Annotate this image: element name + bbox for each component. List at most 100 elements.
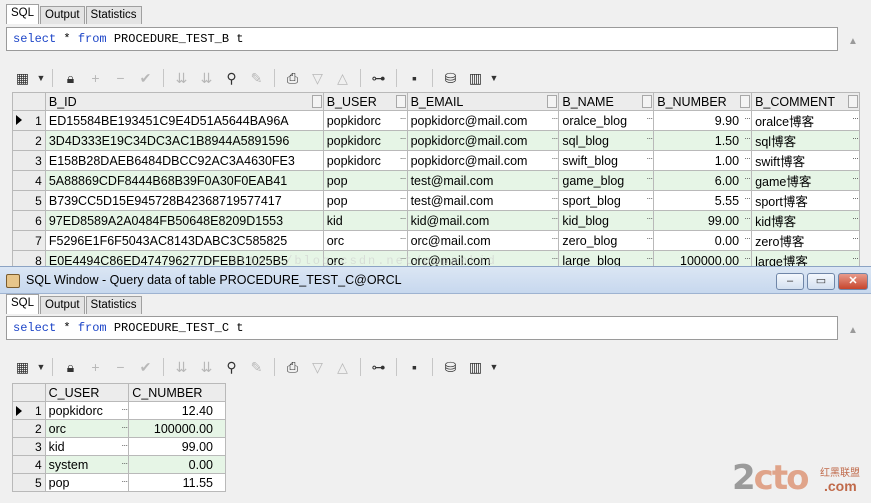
cell-dots-icon[interactable]: ··· — [646, 193, 653, 203]
close-button[interactable]: ✕ — [838, 273, 868, 290]
table-row[interactable]: 4 5A88869CDF8444B68B39F0A30F0EAB41 pop ··· t… — [12, 170, 860, 191]
cell-c-user[interactable]: pop ··· — [44, 473, 130, 492]
cell-dots-icon[interactable]: ··· — [744, 173, 751, 183]
cell-c-user[interactable]: orc ··· — [44, 419, 130, 438]
cell-b-number[interactable]: 5.55 ··· — [653, 190, 753, 211]
column-header[interactable]: B_NAME — [558, 92, 655, 111]
cell-b-email[interactable]: popkidorc@mail.com ··· — [406, 150, 560, 171]
scroll-up-icon[interactable]: ▲ — [842, 319, 864, 343]
cell-b-comment[interactable]: sql博客 ··· — [751, 130, 860, 151]
cell-dots-icon[interactable]: ··· — [121, 458, 128, 468]
cell-dots-icon[interactable]: ··· — [551, 113, 558, 123]
chart-icon[interactable]: ▥ — [465, 357, 486, 378]
cell-dots-icon[interactable]: ··· — [646, 153, 653, 163]
column-menu-button[interactable] — [642, 95, 653, 108]
cell-dots-icon[interactable]: ··· — [744, 253, 751, 263]
sql-editor[interactable]: select * from PROCEDURE_TEST_B t — [6, 27, 838, 51]
column-menu-button[interactable] — [395, 95, 406, 108]
cell-dots-icon[interactable]: ··· — [400, 173, 407, 183]
cell-b-user[interactable]: popkidorc ··· — [322, 110, 408, 131]
cell-dots-icon[interactable]: ··· — [551, 193, 558, 203]
table-row[interactable]: 7 F5296E1F6F5043AC8143DABC3C585825 orc ··· o… — [12, 230, 860, 251]
cell-b-email[interactable]: test@mail.com ··· — [406, 170, 560, 191]
plus-icon[interactable]: + — [85, 68, 106, 89]
tab-output[interactable]: Output — [40, 6, 85, 24]
column-menu-button[interactable] — [848, 95, 858, 108]
cell-dots-icon[interactable]: ··· — [646, 113, 653, 123]
cell-c-user[interactable]: system ··· — [44, 455, 130, 474]
db-icon[interactable]: ⛁ — [440, 68, 461, 89]
column-menu-button[interactable] — [311, 95, 322, 108]
column-header[interactable]: B_NUMBER — [653, 92, 753, 111]
cell-dots-icon[interactable]: ··· — [121, 422, 128, 432]
minus-icon[interactable]: − — [110, 357, 131, 378]
cell-dots-icon[interactable]: ··· — [744, 213, 751, 223]
tab-output[interactable]: Output — [40, 296, 85, 314]
table-row[interactable]: 2 3D4D333E19C34DC3AC1B8944A5891596 popkido… — [12, 130, 860, 151]
cell-b-comment[interactable]: kid博客 ··· — [751, 210, 860, 231]
cell-dots-icon[interactable]: ··· — [121, 404, 128, 414]
down-arrows-icon[interactable]: ⇊ — [171, 357, 192, 378]
cell-dots-icon[interactable]: ··· — [400, 153, 407, 163]
window-title-bar[interactable]: SQL Window - Query data of table PROCEDU… — [0, 266, 871, 294]
save-icon[interactable]: ▪ — [404, 68, 425, 89]
grid-icon[interactable]: ▦ — [12, 68, 33, 89]
cell-dots-icon[interactable]: ··· — [551, 153, 558, 163]
column-header[interactable]: B_USER — [322, 92, 408, 111]
cell-b-comment[interactable]: game博客 ··· — [751, 170, 860, 191]
cell-b-comment[interactable]: oralce博客 ··· — [751, 110, 860, 131]
cell-c-number[interactable]: 12.40 — [128, 401, 226, 420]
cell-b-email[interactable]: test@mail.com ··· — [406, 190, 560, 211]
cell-dots-icon[interactable]: ··· — [121, 476, 128, 486]
cell-dots-icon[interactable]: ··· — [400, 133, 407, 143]
eraser-icon[interactable]: ✎ — [246, 357, 267, 378]
cell-b-number[interactable]: 9.90 ··· — [653, 110, 753, 131]
filter-down-icon[interactable]: ▽ — [307, 357, 328, 378]
cell-dots-icon[interactable]: ··· — [400, 213, 407, 223]
cell-dots-icon[interactable]: ··· — [852, 233, 859, 243]
cell-b-name[interactable]: oralce_blog ··· — [558, 110, 655, 131]
cell-b-number[interactable]: 1.50 ··· — [653, 130, 753, 151]
cell-c-user[interactable]: kid ··· — [44, 437, 130, 456]
check-icon[interactable]: ✔ — [135, 357, 156, 378]
save-icon[interactable]: ▪ — [404, 357, 425, 378]
cell-b-user[interactable]: pop ··· — [322, 170, 408, 191]
cell-dots-icon[interactable]: ··· — [646, 213, 653, 223]
cell-b-id[interactable]: E158B28DAEB6484DBCC92AC3A4630FE3 — [44, 150, 324, 171]
column-header[interactable]: B_COMMENT — [751, 92, 860, 111]
cell-dots-icon[interactable]: ··· — [744, 193, 751, 203]
tree-icon[interactable]: ⊶ — [368, 68, 389, 89]
filter-up-icon[interactable]: △ — [332, 357, 353, 378]
cell-dots-icon[interactable]: ··· — [646, 173, 653, 183]
cell-b-user[interactable]: popkidorc ··· — [322, 130, 408, 151]
tab-statistics[interactable]: Statistics — [85, 6, 142, 24]
filter-down-icon[interactable]: ▽ — [307, 68, 328, 89]
db-icon[interactable]: ⛁ — [440, 357, 461, 378]
scroll-up-icon[interactable]: ▲ — [842, 30, 864, 54]
restore-button[interactable]: ▭ — [807, 273, 835, 290]
table-row[interactable]: 5 B739CC5D15E945728B42368719577417 pop ··· t… — [12, 190, 860, 211]
cell-dots-icon[interactable]: ··· — [400, 113, 407, 123]
table-row[interactable]: 1 ED15584BE193451C9E4D51A5644BA96A popkido… — [12, 110, 860, 131]
cell-b-comment[interactable]: sport博客 ··· — [751, 190, 860, 211]
check-icon[interactable]: ✔ — [135, 68, 156, 89]
cell-b-number[interactable]: 1.00 ··· — [653, 150, 753, 171]
column-menu-button[interactable] — [547, 95, 558, 108]
cell-dots-icon[interactable]: ··· — [852, 193, 859, 203]
filter-up-icon[interactable]: △ — [332, 68, 353, 89]
cell-dots-icon[interactable]: ··· — [744, 113, 751, 123]
cell-dots-icon[interactable]: ··· — [551, 213, 558, 223]
cell-c-number[interactable]: 100000.00 — [128, 419, 226, 438]
dropdown-icon[interactable]: ▼ — [490, 68, 499, 89]
cell-dots-icon[interactable]: ··· — [551, 253, 558, 263]
binoculars-icon[interactable]: ⚲ — [221, 68, 242, 89]
down-arrows-2-icon[interactable]: ⇊ — [196, 357, 217, 378]
binoculars-icon[interactable]: ⚲ — [221, 357, 242, 378]
cell-dots-icon[interactable]: ··· — [551, 233, 558, 243]
cell-b-email[interactable]: orc@mail.com ··· — [406, 230, 560, 251]
cell-b-name[interactable]: swift_blog ··· — [558, 150, 655, 171]
lock-icon[interactable]: 🔒︎ — [60, 357, 81, 378]
cell-b-email[interactable]: popkidorc@mail.com ··· — [406, 110, 560, 131]
cell-dots-icon[interactable]: ··· — [646, 233, 653, 243]
cell-dots-icon[interactable]: ··· — [852, 213, 859, 223]
